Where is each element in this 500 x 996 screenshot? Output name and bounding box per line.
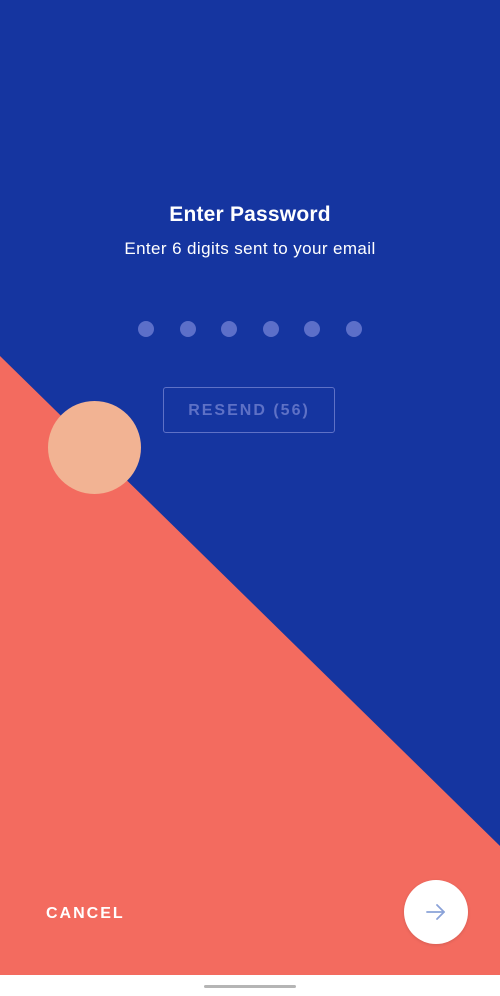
cancel-button[interactable]: CANCEL — [46, 904, 125, 924]
page-title: Enter Password — [169, 203, 331, 226]
pin-dot — [263, 321, 279, 337]
resend-button[interactable]: RESEND56 — [163, 387, 335, 433]
arrow-right-icon — [426, 904, 445, 920]
decorative-circle — [48, 401, 141, 494]
background-illustration — [0, 0, 500, 996]
pin-dot — [138, 321, 154, 337]
next-button[interactable] — [404, 880, 468, 944]
pin-dot — [180, 321, 196, 337]
resend-label: RESEND — [188, 401, 267, 419]
home-indicator[interactable] — [204, 985, 296, 988]
page-subtitle: Enter 6 digits sent to your email — [124, 239, 376, 258]
pin-dot — [346, 321, 362, 337]
otp-screen: Enter Password Enter 6 digits sent to yo… — [0, 0, 500, 996]
pin-dot — [221, 321, 237, 337]
pin-dot — [304, 321, 320, 337]
pin-input[interactable] — [138, 321, 363, 337]
resend-countdown: 56 — [267, 402, 310, 419]
system-nav-bar — [0, 975, 500, 996]
